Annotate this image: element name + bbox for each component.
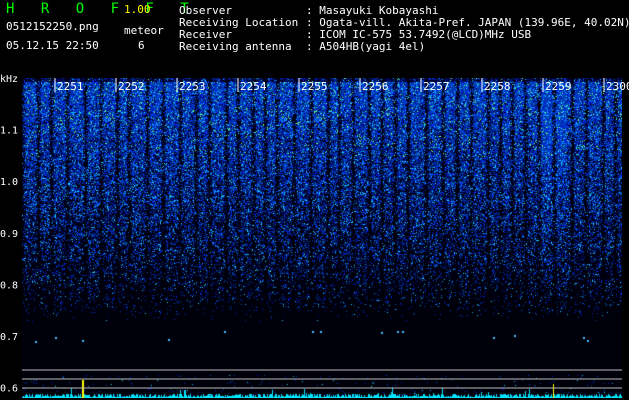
waterfall-overlay: 2251 2252 2253 2254 2255 2256 2257 2258 2259 2300	[22, 78, 629, 389]
time-label: 2251	[57, 80, 84, 93]
time-label: 2256	[362, 80, 389, 93]
time-label: 2259	[545, 80, 572, 93]
time-label: 2258	[484, 80, 511, 93]
time-label: 2300	[606, 80, 629, 93]
time-label: 2254	[240, 80, 267, 93]
time-label: 2257	[423, 80, 450, 93]
time-label: 2255	[301, 80, 328, 93]
time-label: 2252	[118, 80, 145, 93]
time-label: 2253	[179, 80, 206, 93]
